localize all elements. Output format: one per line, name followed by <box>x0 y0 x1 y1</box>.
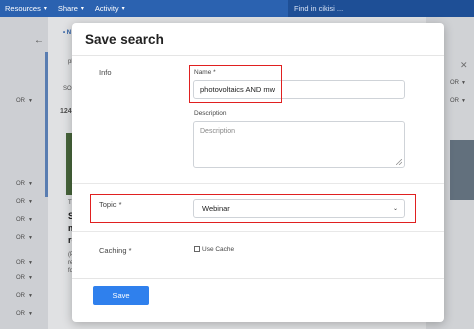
modal-title: Save search <box>85 32 164 47</box>
global-search-input[interactable]: Find in cikisi ... <box>288 0 474 17</box>
chevron-down-icon: ▾ <box>80 6 84 12</box>
description-field-label: Description <box>194 110 227 117</box>
nav-share[interactable]: Share ▾ <box>58 4 84 13</box>
nav-activity-label: Activity <box>94 4 119 13</box>
description-placeholder: Description <box>200 128 236 135</box>
chevron-down-icon: ▾ <box>43 6 47 12</box>
nav-activity[interactable]: Activity ▾ <box>95 4 125 13</box>
nav-share-label: Share <box>57 4 78 13</box>
use-cache-label[interactable]: Use Cache <box>202 246 234 253</box>
info-section-label: Info <box>99 68 112 77</box>
caching-section-label: Caching * <box>99 246 132 255</box>
top-navbar: Resources ▾ Share ▾ Activity ▾ Find in c… <box>0 0 474 17</box>
nav-resources-label: Resources <box>5 4 41 13</box>
chevron-down-icon: ▾ <box>121 6 125 12</box>
save-button[interactable]: Save <box>93 286 149 305</box>
description-textarea[interactable]: Description <box>193 121 405 168</box>
topic-field-highlight <box>90 194 416 223</box>
modal-footer: Save <box>72 278 444 322</box>
top-nav-menu: Resources ▾ Share ▾ Activity ▾ <box>0 4 131 13</box>
modal-header: Save search <box>72 23 444 56</box>
nav-resources[interactable]: Resources ▾ <box>5 4 47 13</box>
section-divider <box>72 231 444 232</box>
global-search-placeholder: Find in cikisi ... <box>294 4 344 13</box>
resize-grip-icon[interactable] <box>396 159 402 165</box>
use-cache-checkbox[interactable] <box>194 246 200 252</box>
save-search-modal: Save search Info Name * photovoltaics AN… <box>72 23 444 322</box>
section-divider <box>72 183 444 184</box>
name-field-highlight <box>189 65 282 103</box>
